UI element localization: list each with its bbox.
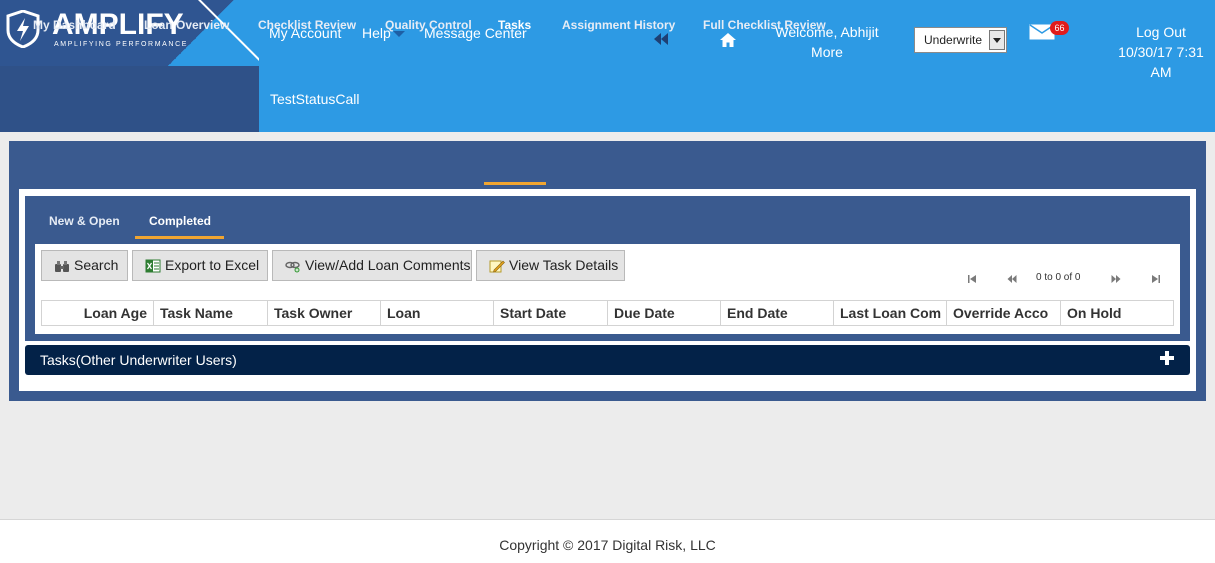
tab-assignment-history[interactable]: Assignment History	[562, 17, 675, 33]
other-underwriter-tasks-section[interactable]: Tasks(Other Underwriter Users)	[25, 345, 1190, 375]
search-button[interactable]: Search	[41, 250, 128, 281]
col-header-loan-age[interactable]: Loan Age	[41, 300, 154, 326]
last-page-icon[interactable]	[1151, 274, 1161, 284]
next-page-icon[interactable]	[1111, 274, 1121, 284]
details-button-label: View Task Details	[509, 257, 619, 273]
footer-copyright: Copyright © 2017 Digital Risk, LLC	[499, 537, 716, 553]
tab-loan-overview[interactable]: Loan Overview	[144, 17, 229, 33]
search-button-label: Search	[74, 257, 119, 273]
tab-quality-control[interactable]: Quality Control	[385, 17, 472, 33]
tab-checklist-review[interactable]: Checklist Review	[258, 17, 356, 33]
col-header-due-date[interactable]: Due Date	[608, 300, 721, 326]
col-header-on-hold[interactable]: On Hold	[1061, 300, 1174, 326]
subtab-completed[interactable]: Completed	[149, 213, 211, 229]
status-call-link[interactable]: TestStatusCall	[270, 91, 359, 107]
comments-link-icon	[285, 261, 300, 273]
active-tab-indicator	[484, 182, 546, 185]
main-tab-bar	[9, 141, 1206, 188]
first-page-icon[interactable]	[967, 274, 977, 284]
app-root: AMPLIFY AMPLIFYING PERFORMANCE My Accoun…	[0, 0, 1215, 563]
role-select[interactable]: Underwrite	[914, 27, 1007, 53]
other-section-label: Tasks(Other Underwriter Users)	[40, 352, 237, 368]
home-icon[interactable]	[719, 32, 737, 48]
expand-plus-icon[interactable]	[1160, 351, 1174, 365]
rewind-icon[interactable]	[653, 32, 669, 46]
role-select-value: Underwrite	[924, 33, 983, 47]
current-datetime: 10/30/17 7:31 AM	[1118, 44, 1204, 80]
tab-full-checklist-review[interactable]: Full Checklist Review	[703, 17, 826, 33]
loan-comments-button[interactable]: View/Add Loan Comments	[272, 250, 472, 281]
col-header-last-loan-comment[interactable]: Last Loan Com	[834, 300, 947, 326]
export-excel-button[interactable]: Export to Excel	[132, 250, 268, 281]
logout-block: Log Out 10/30/17 7:31 AM	[1112, 22, 1210, 82]
logout-link[interactable]: Log Out	[1112, 22, 1210, 42]
brand-tagline: AMPLIFYING PERFORMANCE	[54, 41, 188, 48]
comments-button-label: View/Add Loan Comments	[305, 257, 471, 273]
tab-tasks[interactable]: Tasks	[498, 17, 531, 33]
col-header-task-owner[interactable]: Task Owner	[268, 300, 381, 326]
col-header-end-date[interactable]: End Date	[721, 300, 834, 326]
edit-note-icon	[489, 260, 505, 273]
col-header-task-name[interactable]: Task Name	[154, 300, 268, 326]
mail-count-badge: 66	[1050, 21, 1069, 35]
more-link[interactable]: More	[760, 42, 894, 62]
col-header-override-account[interactable]: Override Acco	[947, 300, 1061, 326]
excel-icon	[145, 259, 161, 273]
tab-my-dashboard[interactable]: My Dashboard	[33, 17, 116, 33]
subtab-new-open[interactable]: New & Open	[49, 213, 120, 229]
view-task-details-button[interactable]: View Task Details	[476, 250, 625, 281]
col-header-loan[interactable]: Loan	[381, 300, 494, 326]
previous-page-icon[interactable]	[1007, 274, 1017, 284]
pager-status: 0 to 0 of 0	[1036, 272, 1081, 283]
col-header-start-date[interactable]: Start Date	[494, 300, 608, 326]
active-subtab-indicator	[135, 236, 224, 239]
dropdown-arrow-icon[interactable]	[989, 30, 1005, 50]
export-button-label: Export to Excel	[165, 257, 260, 273]
binoculars-icon	[55, 261, 69, 272]
